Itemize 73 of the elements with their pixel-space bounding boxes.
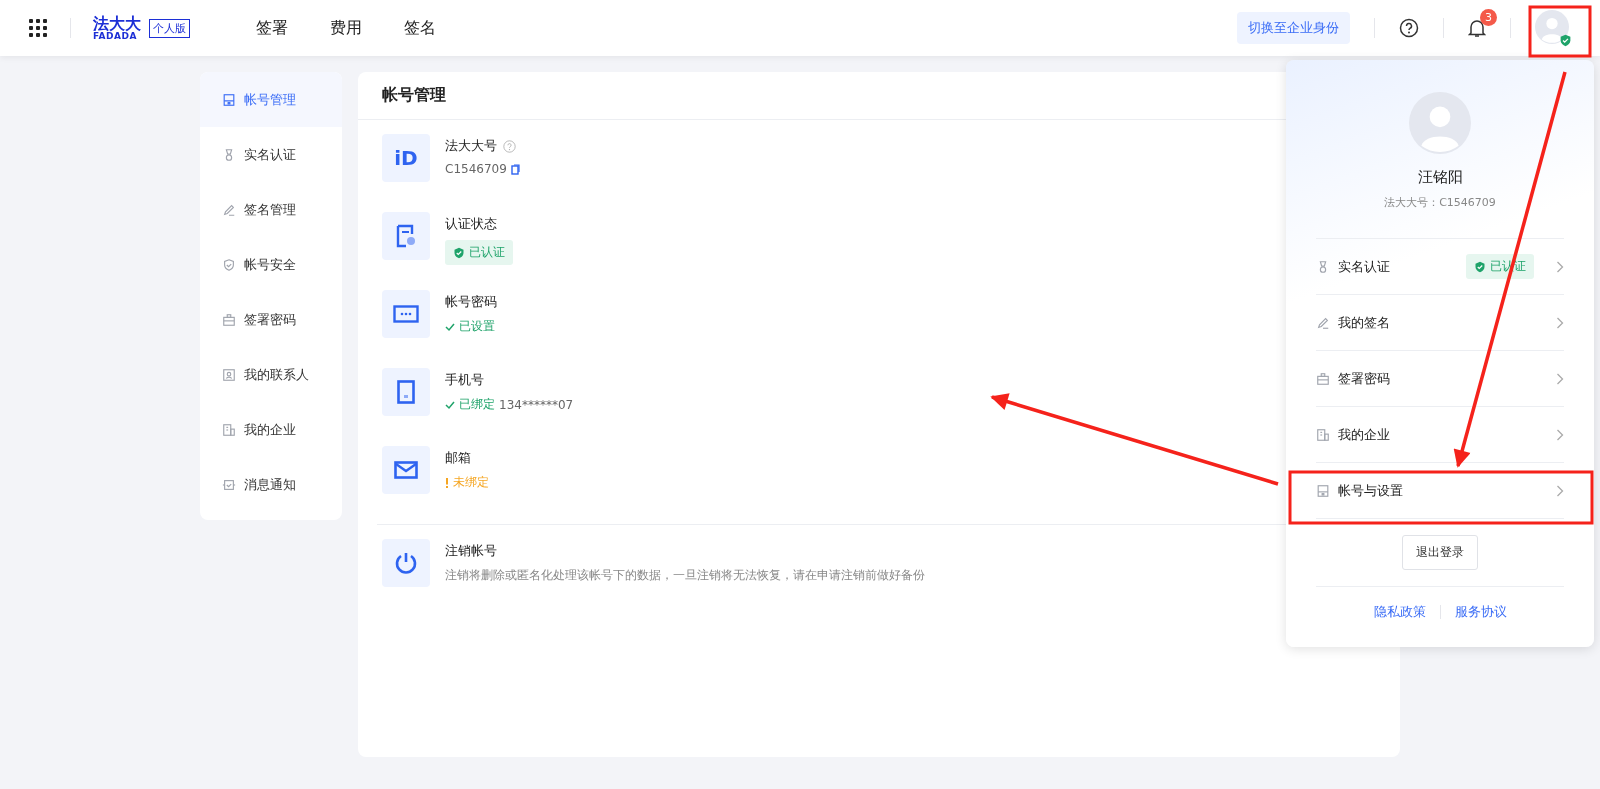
chevron-right-icon: [1556, 260, 1564, 273]
account-number: C1546709: [445, 162, 507, 176]
avatar-silhouette-icon: [1535, 9, 1569, 44]
sidebar-item[interactable]: 签署密码: [200, 292, 342, 347]
help-icon[interactable]: [1399, 18, 1419, 38]
nav-tab[interactable]: 费用: [330, 17, 362, 39]
status-text: 已绑定: [459, 396, 495, 413]
menu-item[interactable]: 我的企业: [1316, 407, 1564, 463]
chevron-right-icon: [1556, 316, 1564, 329]
footer-link[interactable]: 服务协议: [1454, 603, 1507, 621]
field-label: 认证状态: [445, 215, 497, 233]
id-label: iD: [394, 146, 418, 170]
logo[interactable]: 法大大 FADADA: [93, 15, 141, 41]
briefcase-icon: [1316, 371, 1330, 386]
field-label: 帐号密码: [445, 293, 497, 311]
contact-card-icon: [222, 367, 236, 382]
sidebar-item[interactable]: 我的企业: [200, 402, 342, 457]
warning-status: 未绑定: [453, 474, 489, 491]
phone-number: 134******07: [499, 397, 574, 412]
account-number: 法大大号：C1546709: [1384, 195, 1496, 210]
sidebar-item[interactable]: 帐号安全: [200, 237, 342, 292]
sidebar-item[interactable]: 帐号管理: [200, 72, 342, 127]
warning-icon: [445, 477, 449, 488]
menu-item[interactable]: 帐号与设置: [1316, 463, 1564, 519]
panel-icon: [222, 92, 236, 107]
sidebar-item[interactable]: 签名管理: [200, 182, 342, 237]
certificate-icon: [395, 224, 417, 248]
verified-shield-icon: [1474, 260, 1486, 273]
verified-shield-icon: [1559, 33, 1572, 47]
password-field-icon: [393, 305, 419, 323]
footer-link[interactable]: 隐私政策: [1373, 603, 1426, 621]
logout-button[interactable]: 退出登录: [1402, 535, 1478, 570]
chip-icon: [222, 477, 236, 492]
phone-icon: [397, 380, 415, 404]
avatar-silhouette-icon: [1409, 92, 1471, 154]
menu-item[interactable]: 签署密码: [1316, 351, 1564, 407]
nav-tab[interactable]: 签名: [404, 17, 436, 39]
briefcase-icon: [222, 312, 236, 327]
verified-badge: 已认证: [445, 240, 513, 265]
check-icon: [445, 399, 455, 410]
menu-item[interactable]: 我的签名: [1316, 295, 1564, 351]
pen-icon: [1316, 315, 1330, 330]
chevron-right-icon: [1556, 428, 1564, 441]
switch-identity-button[interactable]: 切换至企业身份: [1237, 12, 1350, 44]
highlight-frame: [1528, 5, 1592, 58]
field-label: 邮箱: [445, 449, 471, 467]
chevron-right-icon: [1556, 372, 1564, 385]
field-label: 法大大号: [445, 137, 497, 155]
edition-tag: 个人版: [149, 18, 190, 38]
building-icon: [1316, 427, 1330, 442]
user-name: 汪铭阳: [1417, 168, 1463, 187]
verified-shield-icon: [453, 246, 465, 259]
pen-icon: [222, 202, 236, 217]
status-text: 已设置: [459, 318, 495, 335]
building-icon: [222, 422, 236, 437]
sidebar-item[interactable]: 我的联系人: [200, 347, 342, 402]
panel-icon: [1316, 483, 1330, 498]
shield-icon: [222, 257, 236, 272]
nav-tab[interactable]: 签署: [256, 17, 288, 39]
description-text: 注销将删除或匿名化处理该帐号下的数据，一旦注销将无法恢复，请在申请注销前做好备份: [445, 567, 925, 584]
power-icon: [394, 551, 418, 575]
app-grid-icon[interactable]: [28, 18, 48, 38]
user-avatar[interactable]: [1535, 9, 1572, 47]
copy-icon[interactable]: [510, 163, 520, 175]
sidebar-item[interactable]: 实名认证: [200, 127, 342, 182]
notification-count: 3: [1480, 9, 1497, 26]
mail-icon: [394, 461, 418, 479]
sidebar-item[interactable]: 消息通知: [200, 457, 342, 512]
field-label: 注销帐号: [445, 542, 497, 560]
chevron-right-icon: [1556, 484, 1564, 497]
check-icon: [445, 321, 455, 332]
notification-bell-icon[interactable]: [1468, 18, 1486, 38]
field-label: 手机号: [445, 371, 484, 389]
